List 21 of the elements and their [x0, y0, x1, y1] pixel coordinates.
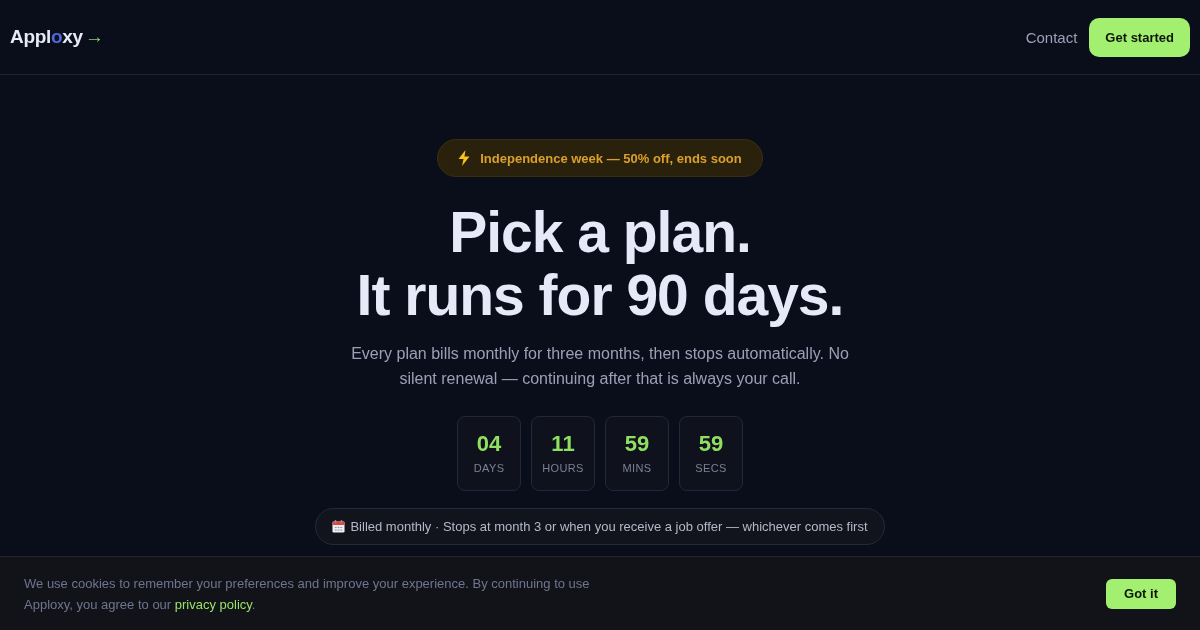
subtitle: Every plan bills monthly for three months, then stops automatically. No silent renewal — continuing after that is always your call. [350, 344, 850, 389]
countdown-unit: HOURS [542, 462, 584, 475]
countdown-value: 04 [476, 432, 502, 456]
calendar-icon [332, 520, 346, 533]
promo-text: Independence week — 50% off, ends soon [480, 150, 742, 166]
countdown-value: 11 [551, 432, 575, 456]
countdown-unit: SECS [695, 462, 727, 475]
countdown-value: 59 [698, 432, 724, 456]
countdown-value: 59 [624, 432, 650, 456]
headline: Pick a plan. [449, 201, 751, 264]
lightning-icon [458, 150, 471, 166]
countdown-unit: MINS [622, 462, 652, 475]
get-started-button[interactable]: Get started [1089, 17, 1190, 57]
cookie-notice-text: We use cookies to remember your preferences and improve your experience. By continuing to use Apploxy, you agree to our privacy policy. [24, 574, 591, 614]
logo[interactable]: Apploxy→ [10, 26, 104, 48]
privacy-policy-link[interactable]: privacy policy [174, 596, 252, 612]
nav-link[interactable]: Contact [1025, 28, 1078, 46]
got-it-button[interactable]: Got it [1106, 578, 1176, 609]
headline: It runs for 90 days. [356, 264, 844, 327]
countdown-unit: DAYS [473, 462, 505, 475]
billing-note-text: Billed monthly · Stops at month 3 or when you receive a job offer — whichever comes first [350, 519, 868, 534]
